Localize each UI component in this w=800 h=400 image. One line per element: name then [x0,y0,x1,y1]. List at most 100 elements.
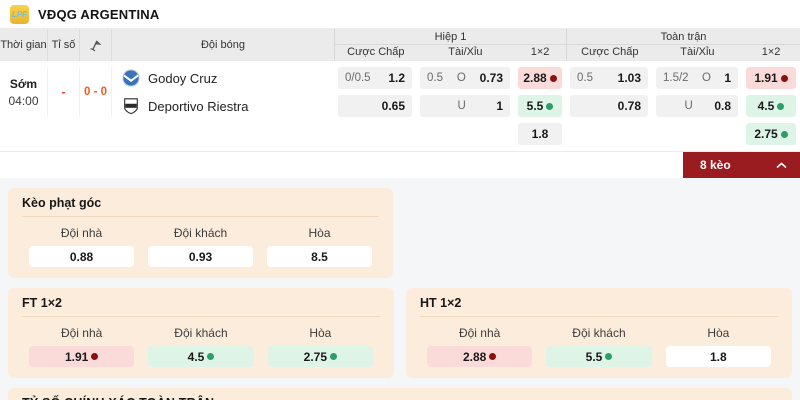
ft-home-odds[interactable]: 1.91 [29,346,135,367]
ft-handicap-home-line: 0.5 [577,72,593,84]
ft-1x2-title: FT 1×2 [22,296,380,317]
subheader-ft-handicap: Cược Chấp [581,46,639,58]
trend-up-dot-icon [207,353,215,360]
ft-overunder-column: 1.5/2 O 1 U 0.8 [652,67,742,151]
ft-1x2-home-cell[interactable]: 1.91 [746,67,796,89]
ft-over-cell[interactable]: 1.5/2 O 1 [656,67,738,89]
h1-1x2-home-cell[interactable]: 2.88 [518,67,562,89]
subheader-ft-1x2: 1×2 [761,46,781,58]
corner-home-col: Đội nhà 0.88 [22,222,141,267]
team-row-away[interactable]: Deportivo Riestra [122,95,334,117]
col-header-corner [80,29,112,61]
away-team-logo-icon [124,98,138,115]
away-team-name: Deportivo Riestra [148,98,249,114]
ft-home-value: 1.91 [64,349,89,364]
corner-score-value: 0 - 0 [83,86,107,98]
league-header: LPF VĐQG ARGENTINA [0,0,800,29]
ht-draw-value: 1.8 [709,349,727,364]
ht-away-col: Đội khách 5.5 [539,322,658,367]
trend-up-dot-icon [546,102,554,110]
team-row-home[interactable]: Godoy Cruz [122,67,334,89]
ft-handicap-home-odds: 1.03 [617,71,641,85]
ft-1x2-draw-cell[interactable]: 2.75 [746,123,796,145]
h1-handicap-away-odds: 0.65 [381,99,405,113]
ht-1x2-title: HT 1×2 [420,296,778,317]
group-label-full-time: Toàn trận [567,29,800,45]
ft-handicap-away-cell[interactable]: 0.78 [570,95,648,117]
col-header-time: Thời gian [0,29,48,61]
corner-odds-title: Kèo phạt góc [22,196,379,217]
odds-table-header: Thời gian Tỉ số Đội bóng Hiệp 1 Cược Chấ… [0,29,800,61]
corner-away-odds[interactable]: 0.93 [148,246,253,267]
match-time-label: Sớm [9,76,38,91]
subheader-h1-handicap: Cược Chấp [347,46,405,58]
h1-1x2-draw-cell[interactable]: 1.8 [518,123,562,145]
h1-handicap-home-line: 0/0.5 [345,72,371,84]
ft-over-line: 1.5/2 [663,72,689,84]
ft-handicap-home-cell[interactable]: 0.5 1.03 [570,67,648,89]
h1-handicap-home-cell[interactable]: 0/0.5 1.2 [338,67,412,89]
h1-over-line: 0.5 [427,72,443,84]
ft-draw-header: Hòa [309,326,332,340]
trend-up-dot-icon [777,102,785,110]
more-odds-button[interactable]: 8 kèo [683,152,800,178]
h1-1x2-away-cell[interactable]: 5.5 [518,95,562,117]
ft-away-odds[interactable]: 4.5 [148,346,254,367]
ht-home-odds[interactable]: 2.88 [427,346,533,367]
ft-1x2-column: 1.91 4.5 2.75 [742,67,800,151]
h1-overunder-column: 0.5 O 0.73 U 1 [416,67,514,151]
ht-away-value: 5.5 [585,349,603,364]
corner-flag-icon [90,39,102,51]
corner-home-value: 0.88 [69,249,94,264]
home-team-name: Godoy Cruz [148,70,218,86]
h1-handicap-home-odds: 1.2 [388,71,405,85]
group-label-first-half: Hiệp 1 [335,29,566,45]
trend-down-dot-icon [780,74,788,82]
h1-under-side: U [457,100,466,112]
ht-home-header: Đội nhà [458,326,501,340]
h1-1x2-column: 2.88 5.5 1.8 [514,67,566,151]
corner-draw-odds[interactable]: 8.5 [267,246,372,267]
trend-down-dot-icon [549,74,557,82]
subheader-ft-overunder: Tài/Xỉu [680,46,715,58]
ht-away-header: Đội khách [572,326,626,340]
ft-1x2-away-cell[interactable]: 4.5 [746,95,796,117]
corner-home-header: Đội nhà [60,226,103,240]
ft-handicap-column: 0.5 1.03 0.78 [566,67,652,151]
chevron-up-icon [776,161,787,168]
more-odds-row: 8 kèo [0,151,800,178]
ft-1x2-draw-odds: 2.75 [754,127,778,141]
ft-1x2-away-odds: 4.5 [757,99,775,113]
ft-over-side: O [701,72,711,84]
h1-handicap-away-cell[interactable]: 0.65 [338,95,412,117]
corner-away-header: Đội khách [173,226,228,240]
league-title: VĐQG ARGENTINA [38,6,160,22]
h1-over-cell[interactable]: 0.5 O 0.73 [420,67,510,89]
h1-1x2-draw-odds: 1.8 [531,127,549,141]
ft-under-cell[interactable]: U 0.8 [656,95,738,117]
trend-up-dot-icon [330,353,337,360]
ft-over-odds: 1 [724,71,731,85]
odds-panel: LPF VĐQG ARGENTINA Thời gian Tỉ số Đội b… [0,0,800,178]
match-row: Sớm 04:00 - 0 - 0 Godoy Cruz Deportivo R… [0,61,800,151]
ft-under-odds: 0.8 [714,99,731,113]
ht-draw-odds[interactable]: 1.8 [665,346,771,367]
ht-1x2-section: HT 1×2 Đội nhà 2.88 Đội khách 5.5 Hòa 1.… [406,288,792,378]
match-time-value: 04:00 [8,93,39,108]
subheader-h1-1x2: 1×2 [530,46,550,58]
teams-column: Godoy Cruz Deportivo Riestra [112,67,334,151]
h1-under-cell[interactable]: U 1 [420,95,510,117]
ft-handicap-away-odds: 0.78 [617,99,641,113]
h1-1x2-away-odds: 5.5 [526,99,544,113]
ht-away-odds[interactable]: 5.5 [546,346,652,367]
corner-away-col: Đội khách 0.93 [141,222,260,267]
col-header-score: Tỉ số [48,29,80,61]
h1-handicap-column: 0/0.5 1.2 0.65 [334,67,416,151]
ht-home-col: Đội nhà 2.88 [420,322,539,367]
ft-draw-value: 2.75 [303,349,327,364]
ft-home-col: Đội nhà 1.91 [22,322,141,367]
ft-draw-odds[interactable]: 2.75 [267,346,373,367]
ft-away-value: 4.5 [187,349,205,364]
corner-home-odds[interactable]: 0.88 [29,246,134,267]
match-score-value: - [61,85,66,99]
